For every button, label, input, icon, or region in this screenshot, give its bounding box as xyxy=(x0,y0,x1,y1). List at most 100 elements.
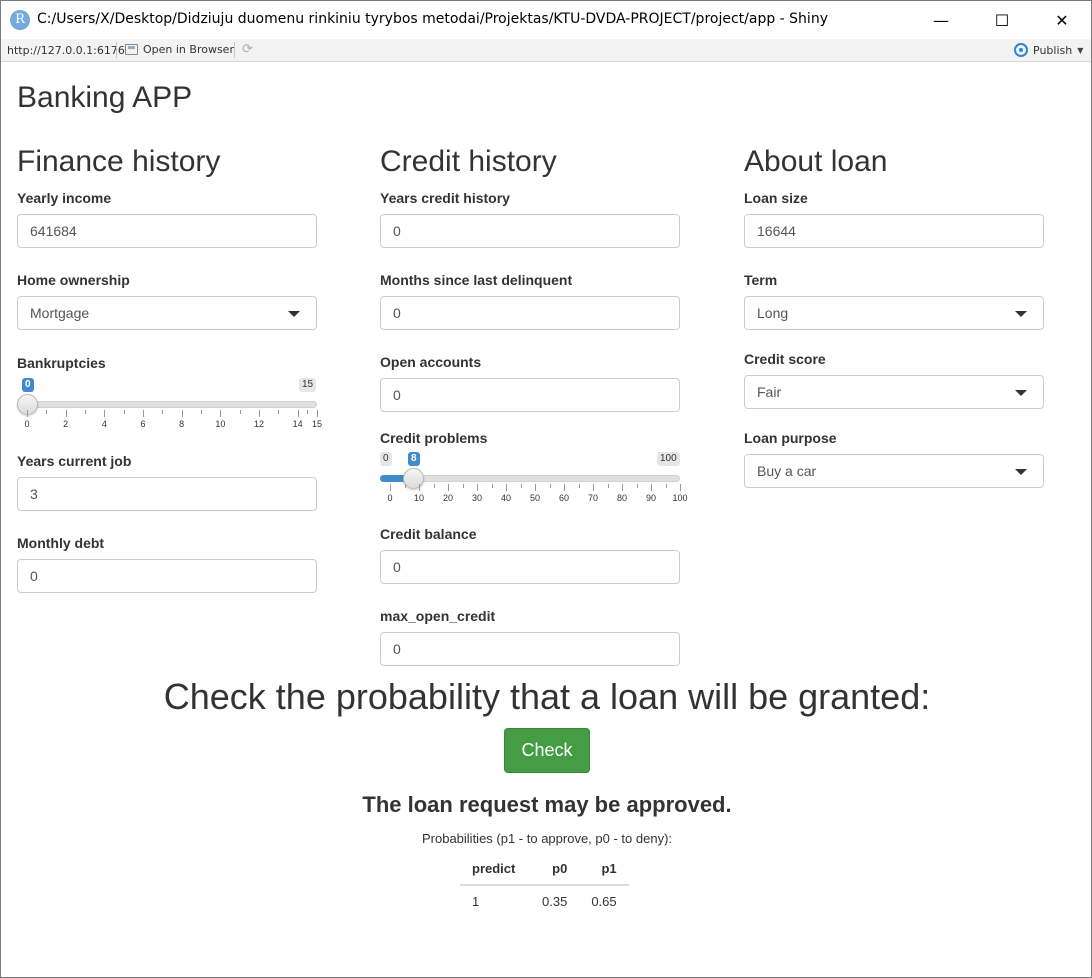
open-accounts-label: Open accounts xyxy=(380,354,482,370)
slider-tick xyxy=(297,410,299,417)
slider-tick xyxy=(390,484,391,491)
publish-icon xyxy=(1014,43,1028,57)
slider-tick xyxy=(259,410,260,417)
app-content: Banking APP Finance history Yearly incom… xyxy=(1,63,1091,978)
table-header-row: predict p0 p1 xyxy=(460,853,629,886)
slider-tick-label: 50 xyxy=(530,493,541,503)
years-credit-history-label: Years credit history xyxy=(380,190,510,206)
years-current-job-input[interactable]: 3 xyxy=(17,477,317,511)
chevron-down-icon xyxy=(1015,390,1027,396)
loan-purpose-select[interactable]: Buy a car xyxy=(744,454,1044,488)
slider-tick xyxy=(27,410,28,417)
loan-purpose-field: Loan purpose Buy a car xyxy=(744,430,1044,488)
loan-size-input[interactable]: 16644 xyxy=(744,214,1044,248)
slider-max-label: 15 xyxy=(299,378,317,392)
table-header: predict xyxy=(460,853,530,886)
finance-history-heading: Finance history xyxy=(17,145,221,178)
open-in-browser-label: Open in Browser xyxy=(143,43,234,56)
monthly-debt-field: Monthly debt 0 xyxy=(17,535,317,593)
slider-minor-tick xyxy=(607,484,609,488)
slider-minor-tick xyxy=(123,410,125,414)
max-open-credit-field: max_open_credit 0 xyxy=(380,608,680,666)
credit-score-label: Credit score xyxy=(744,351,826,367)
slider-tick-label: 30 xyxy=(472,493,483,503)
slider-tick xyxy=(593,484,594,491)
slider-minor-tick xyxy=(433,484,435,488)
slider-minor-tick xyxy=(578,484,580,488)
slider-tick-label: 90 xyxy=(646,493,657,503)
slider-tick-label: 2 xyxy=(63,419,69,429)
home-ownership-select[interactable]: Mortgage xyxy=(17,296,317,330)
slider-minor-tick xyxy=(491,484,493,488)
credit-history-section: Credit history Years credit history 0 Mo… xyxy=(380,145,688,666)
loan-purpose-value: Buy a car xyxy=(757,463,817,479)
publish-button[interactable]: Publish ▼ xyxy=(1014,43,1083,57)
slider-tick xyxy=(419,484,420,491)
credit-score-select[interactable]: Fair xyxy=(744,375,1044,409)
table-cell: 0.65 xyxy=(591,894,617,909)
slider-tick-label: 0 xyxy=(24,419,30,429)
url-text: http://127.0.0.1:6176 xyxy=(7,44,125,57)
slider-tick-label: 20 xyxy=(443,493,454,503)
monthly-debt-input[interactable]: 0 xyxy=(17,559,317,593)
chevron-down-icon: ▼ xyxy=(1077,45,1084,55)
slider-tick xyxy=(143,410,144,417)
slider-tick xyxy=(622,484,623,491)
slider-handle[interactable] xyxy=(403,468,424,489)
slider-tick xyxy=(651,484,652,491)
slider-tick-label: 80 xyxy=(617,493,628,503)
slider-tick-label: 10 xyxy=(414,493,425,503)
loan-size-field: Loan size 16644 xyxy=(744,190,1044,248)
slider-tick xyxy=(506,484,507,491)
probabilities-table: predict p0 p1 1 0.35 0.65 xyxy=(460,853,629,917)
close-button[interactable]: ✕ xyxy=(1039,1,1085,39)
slider-max-label: 100 xyxy=(657,452,680,466)
slider-min-label: 0 xyxy=(380,452,392,466)
home-ownership-field: Home ownership Mortgage xyxy=(17,272,317,330)
r-app-icon: R xyxy=(10,10,30,30)
slider-track[interactable] xyxy=(380,475,680,482)
slider-tick xyxy=(220,410,222,417)
slider-track[interactable] xyxy=(17,401,317,408)
credit-score-value: Fair xyxy=(757,384,782,400)
maximize-button[interactable]: ☐ xyxy=(979,1,1025,39)
slider-tick xyxy=(564,484,565,491)
credit-problems-slider[interactable]: 0 8 100 0 10 20 30 40 50 60 70 80 90 100 xyxy=(380,452,688,504)
publish-label: Publish xyxy=(1033,43,1073,57)
term-label: Term xyxy=(744,272,778,288)
bankruptcies-slider[interactable]: 0 15 0 2 4 6 8 10 12 14 15 xyxy=(17,378,322,430)
refresh-icon[interactable]: ⟳ xyxy=(242,42,257,57)
credit-problems-label: Credit problems xyxy=(380,430,488,446)
term-select[interactable]: Long xyxy=(744,296,1044,330)
home-ownership-label: Home ownership xyxy=(17,272,130,288)
slider-tick xyxy=(477,484,478,491)
slider-minor-tick xyxy=(239,410,241,414)
open-in-browser-button[interactable]: Open in Browser xyxy=(125,43,234,56)
about-loan-heading: About loan xyxy=(744,145,888,178)
years-credit-history-input[interactable]: 0 xyxy=(380,214,680,248)
open-accounts-input[interactable]: 0 xyxy=(380,378,680,412)
finance-history-section: Finance history Yearly income 641684 Hom… xyxy=(17,145,322,593)
open-accounts-field: Open accounts 0 xyxy=(380,354,680,412)
yearly-income-field: Yearly income 641684 xyxy=(17,190,317,248)
yearly-income-input[interactable]: 641684 xyxy=(17,214,317,248)
slider-minor-tick xyxy=(278,410,280,414)
loan-result-text: The loan request may be approved. xyxy=(362,792,732,817)
slider-tick-label: 60 xyxy=(559,493,570,503)
slider-tick xyxy=(680,484,681,491)
months-since-delinquent-label: Months since last delinquent xyxy=(380,272,573,288)
probabilities-caption: Probabilities (p1 - to approve, p0 - to … xyxy=(421,831,673,846)
slider-minor-tick xyxy=(201,410,202,414)
toolbar-divider xyxy=(116,42,117,58)
max-open-credit-input[interactable]: 0 xyxy=(380,632,680,666)
credit-balance-field: Credit balance 0 xyxy=(380,526,680,584)
table-header: p0 xyxy=(530,853,580,886)
months-since-delinquent-input[interactable]: 0 xyxy=(380,296,680,330)
table-row: 1 0.35 0.65 xyxy=(460,885,629,917)
slider-minor-tick xyxy=(462,484,464,488)
credit-balance-input[interactable]: 0 xyxy=(380,550,680,584)
slider-minor-tick xyxy=(162,410,164,414)
check-button[interactable]: Check xyxy=(504,728,590,773)
slider-tick-label: 4 xyxy=(101,419,107,429)
minimize-button[interactable]: — xyxy=(918,1,964,39)
